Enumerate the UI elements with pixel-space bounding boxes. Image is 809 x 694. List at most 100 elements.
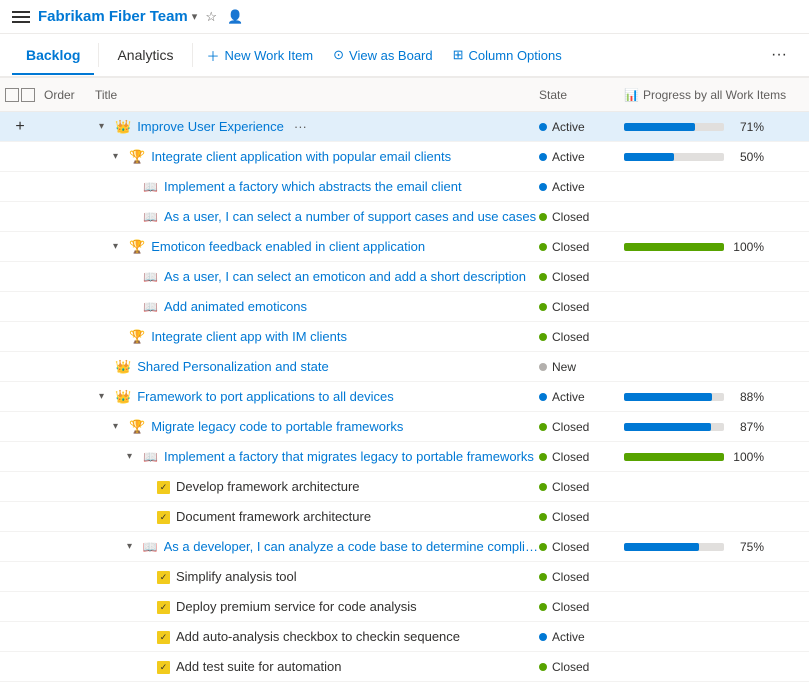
progress-bar xyxy=(624,243,724,251)
select-all-checkbox[interactable] xyxy=(5,88,19,102)
table-row[interactable]: ✓Develop framework architectureClosed xyxy=(0,472,809,502)
column-options-icon: ⊞ xyxy=(453,47,464,63)
view-as-board-button[interactable]: ⊙ View as Board xyxy=(323,41,443,69)
row-state: Closed xyxy=(539,270,624,284)
row-progress: 87% xyxy=(624,420,809,434)
table-row[interactable]: +▾👑Improve User Experience···Active71% xyxy=(0,112,809,142)
table-row[interactable]: ▾👑Framework to port applications to all … xyxy=(0,382,809,412)
row-title-text[interactable]: Framework to port applications to all de… xyxy=(137,389,394,404)
row-title-cell: 📖Add animated emoticons xyxy=(95,299,539,314)
state-dot xyxy=(539,513,547,521)
epic-icon: 👑 xyxy=(115,119,131,135)
row-more-button[interactable]: ··· xyxy=(294,119,307,134)
row-state: Active xyxy=(539,390,624,404)
row-title-text[interactable]: Improve User Experience xyxy=(137,119,284,134)
col-order-header: Order xyxy=(40,88,95,102)
more-options-button[interactable]: ··· xyxy=(761,40,797,70)
team-name[interactable]: Fabrikam Fiber Team xyxy=(38,8,188,25)
row-title-text[interactable]: Integrate client app with IM clients xyxy=(151,329,347,344)
table-row[interactable]: ▾ 🏆 Integrate client application with popu… xyxy=(0,142,809,172)
table-row[interactable]: ▾📖Implement a factory that migrates lega… xyxy=(0,442,809,472)
tab-analytics[interactable]: Analytics xyxy=(103,37,187,75)
state-text: Closed xyxy=(552,420,589,434)
state-text: Closed xyxy=(552,330,589,344)
state-text: Closed xyxy=(552,270,589,284)
row-state: Closed xyxy=(539,570,624,584)
table-row[interactable]: 📖As a user, I can select a number of sup… xyxy=(0,202,809,232)
state-dot xyxy=(539,333,547,341)
state-text: Active xyxy=(552,180,585,194)
table-row[interactable]: 📖Add animated emoticonsClosed xyxy=(0,292,809,322)
row-title-text[interactable]: As a developer, I can analyze a code bas… xyxy=(164,539,539,554)
team-chevron-icon[interactable]: ▾ xyxy=(192,10,198,23)
expand-icon[interactable]: ▾ xyxy=(99,121,111,132)
progress-bar-fill xyxy=(624,243,724,251)
table-row[interactable]: ✓Add auto-analysis checkbox to checkin s… xyxy=(0,622,809,652)
row-title-text[interactable]: Migrate legacy code to portable framewor… xyxy=(151,419,403,434)
table-row[interactable]: 📖Implement a factory which abstracts the… xyxy=(0,172,809,202)
favorite-icon[interactable]: ☆ xyxy=(205,9,217,25)
expand-all-checkbox[interactable] xyxy=(21,88,35,102)
row-title-text[interactable]: Add animated emoticons xyxy=(164,299,307,314)
expand-icon[interactable]: ▾ xyxy=(99,391,111,402)
row-state: Closed xyxy=(539,660,624,674)
row-title-cell: ✓Add auto-analysis checkbox to checkin s… xyxy=(95,629,539,644)
table-row[interactable]: ✓Deploy premium service for code analysi… xyxy=(0,592,809,622)
expand-icon[interactable]: ▾ xyxy=(113,151,125,162)
expand-icon[interactable]: ▾ xyxy=(113,241,125,252)
feature-icon: 🏆 xyxy=(129,329,145,345)
state-dot xyxy=(539,153,547,161)
table-row[interactable]: ▾🏆Migrate legacy code to portable framew… xyxy=(0,412,809,442)
progress-percent: 75% xyxy=(730,540,764,554)
table-row[interactable]: ▾🏆Emoticon feedback enabled in client ap… xyxy=(0,232,809,262)
row-title-text[interactable]: As a user, I can select an emoticon and … xyxy=(164,269,526,284)
row-title-text: Deploy premium service for code analysis xyxy=(176,599,417,614)
row-state: New xyxy=(539,360,624,374)
task-icon: ✓ xyxy=(157,659,170,674)
expand-icon[interactable]: ▾ xyxy=(127,541,139,552)
board-icon: ⊙ xyxy=(333,47,344,63)
task-icon: ✓ xyxy=(157,569,170,584)
table-row[interactable]: 👑Shared Personalization and stateNew xyxy=(0,352,809,382)
table-row[interactable]: ▾📖As a developer, I can analyze a code b… xyxy=(0,532,809,562)
table-row[interactable]: ✓Simplify analysis toolClosed xyxy=(0,562,809,592)
state-dot xyxy=(539,453,547,461)
expand-icon[interactable]: ▾ xyxy=(113,421,125,432)
row-state: Active xyxy=(539,120,624,134)
feature-icon: 🏆 xyxy=(129,149,145,165)
new-work-item-button[interactable]: ＋ New Work Item xyxy=(197,40,324,71)
add-item-icon[interactable]: + xyxy=(15,118,24,136)
table-row[interactable]: ✓Add test suite for automationClosed xyxy=(0,652,809,682)
table-row[interactable]: 🏆 Integrate client app with IM clients Clo… xyxy=(0,322,809,352)
progress-bar-fill xyxy=(624,453,724,461)
person-add-icon[interactable]: 👤 xyxy=(227,9,243,25)
row-add-button[interactable]: + xyxy=(0,118,40,136)
work-items-list: +▾👑Improve User Experience···Active71%▾🏆… xyxy=(0,112,809,682)
row-progress: 88% xyxy=(624,390,809,404)
col-title-header: Title xyxy=(95,88,539,102)
row-title-cell: ▾📖As a developer, I can analyze a code b… xyxy=(95,539,539,554)
row-state: Closed xyxy=(539,330,624,344)
task-icon: ✓ xyxy=(157,479,170,494)
row-title-text[interactable]: As a user, I can select a number of supp… xyxy=(164,209,536,224)
state-text: Closed xyxy=(552,600,589,614)
row-title-text[interactable]: Implement a factory which abstracts the … xyxy=(164,179,462,194)
hamburger-icon[interactable] xyxy=(12,11,30,23)
state-text: Closed xyxy=(552,510,589,524)
table-row[interactable]: 📖As a user, I can select an emoticon and… xyxy=(0,262,809,292)
row-title-cell: 📖Implement a factory which abstracts the… xyxy=(95,179,539,194)
table-row[interactable]: ✓Document framework architectureClosed xyxy=(0,502,809,532)
column-headers: Order Title State 📊 Progress by all Work… xyxy=(0,78,809,112)
row-title-cell: ▾🏆Migrate legacy code to portable framew… xyxy=(95,419,539,435)
row-title-text: Add auto-analysis checkbox to checkin se… xyxy=(176,629,460,644)
row-title-cell: 📖As a user, I can select a number of sup… xyxy=(95,209,539,224)
row-title-text: Document framework architecture xyxy=(176,509,371,524)
expand-icon[interactable]: ▾ xyxy=(127,451,139,462)
column-options-button[interactable]: ⊞ Column Options xyxy=(443,41,572,69)
row-title-text[interactable]: Shared Personalization and state xyxy=(137,359,329,374)
row-title-text[interactable]: Emoticon feedback enabled in client appl… xyxy=(151,239,425,254)
row-title-text[interactable]: Implement a factory that migrates legacy… xyxy=(164,449,534,464)
row-title-cell: ▾ 👑 Improve User Experience ··· xyxy=(95,119,539,135)
row-title-text[interactable]: Integrate client application with popula… xyxy=(151,149,451,164)
tab-backlog[interactable]: Backlog xyxy=(12,37,94,75)
